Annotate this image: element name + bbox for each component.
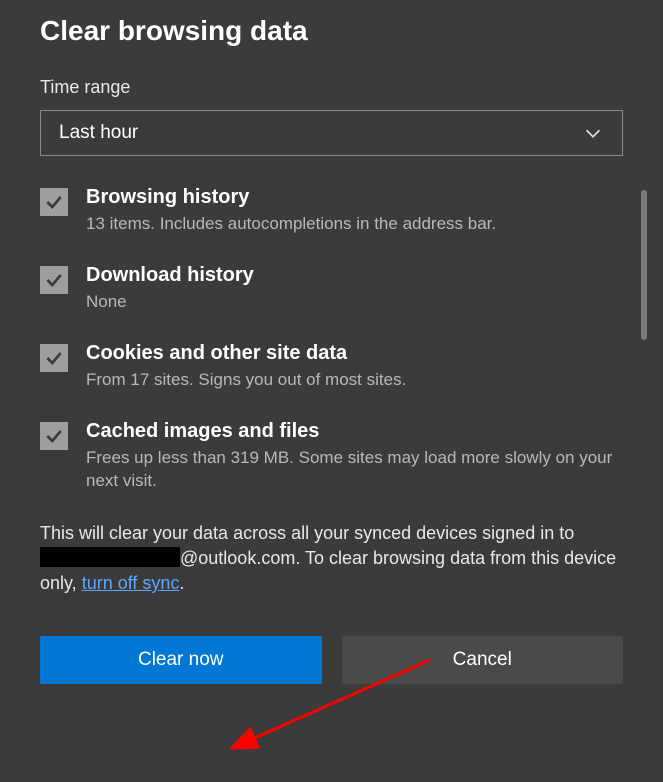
redacted-email	[40, 547, 180, 567]
sync-notice-post2: .	[179, 573, 184, 593]
time-range-dropdown[interactable]: Last hour	[40, 110, 623, 156]
checkbox-cached[interactable]	[40, 422, 68, 450]
dialog-title: Clear browsing data	[40, 15, 623, 47]
option-cached: Cached images and files Frees up less th…	[40, 420, 623, 493]
chevron-down-icon	[582, 122, 604, 144]
option-title: Cookies and other site data	[86, 342, 623, 365]
checkmark-icon	[44, 192, 64, 212]
turn-off-sync-link[interactable]: turn off sync	[82, 573, 180, 593]
option-download-history: Download history None	[40, 264, 623, 314]
option-title: Download history	[86, 264, 623, 287]
button-row: Clear now Cancel	[40, 636, 623, 684]
scrollbar[interactable]	[641, 190, 647, 340]
option-desc: Frees up less than 319 MB. Some sites ma…	[86, 447, 623, 493]
sync-notice-email-suffix: @outlook.com	[180, 548, 295, 568]
option-title: Cached images and files	[86, 420, 623, 443]
checkbox-cookies[interactable]	[40, 344, 68, 372]
option-desc: None	[86, 291, 623, 314]
option-desc: 13 items. Includes autocompletions in th…	[86, 213, 623, 236]
time-range-value: Last hour	[59, 122, 138, 144]
checkbox-browsing-history[interactable]	[40, 188, 68, 216]
option-cookies: Cookies and other site data From 17 site…	[40, 342, 623, 392]
sync-notice: This will clear your data across all you…	[40, 521, 623, 597]
time-range-label: Time range	[40, 77, 623, 98]
option-browsing-history: Browsing history 13 items. Includes auto…	[40, 186, 623, 236]
checkmark-icon	[44, 348, 64, 368]
option-desc: From 17 sites. Signs you out of most sit…	[86, 369, 623, 392]
cancel-button[interactable]: Cancel	[342, 636, 624, 684]
clear-now-button[interactable]: Clear now	[40, 636, 322, 684]
checkmark-icon	[44, 270, 64, 290]
checkmark-icon	[44, 426, 64, 446]
option-title: Browsing history	[86, 186, 623, 209]
sync-notice-pre: This will clear your data across all you…	[40, 523, 574, 543]
options-list: Browsing history 13 items. Includes auto…	[40, 186, 623, 493]
checkbox-download-history[interactable]	[40, 266, 68, 294]
